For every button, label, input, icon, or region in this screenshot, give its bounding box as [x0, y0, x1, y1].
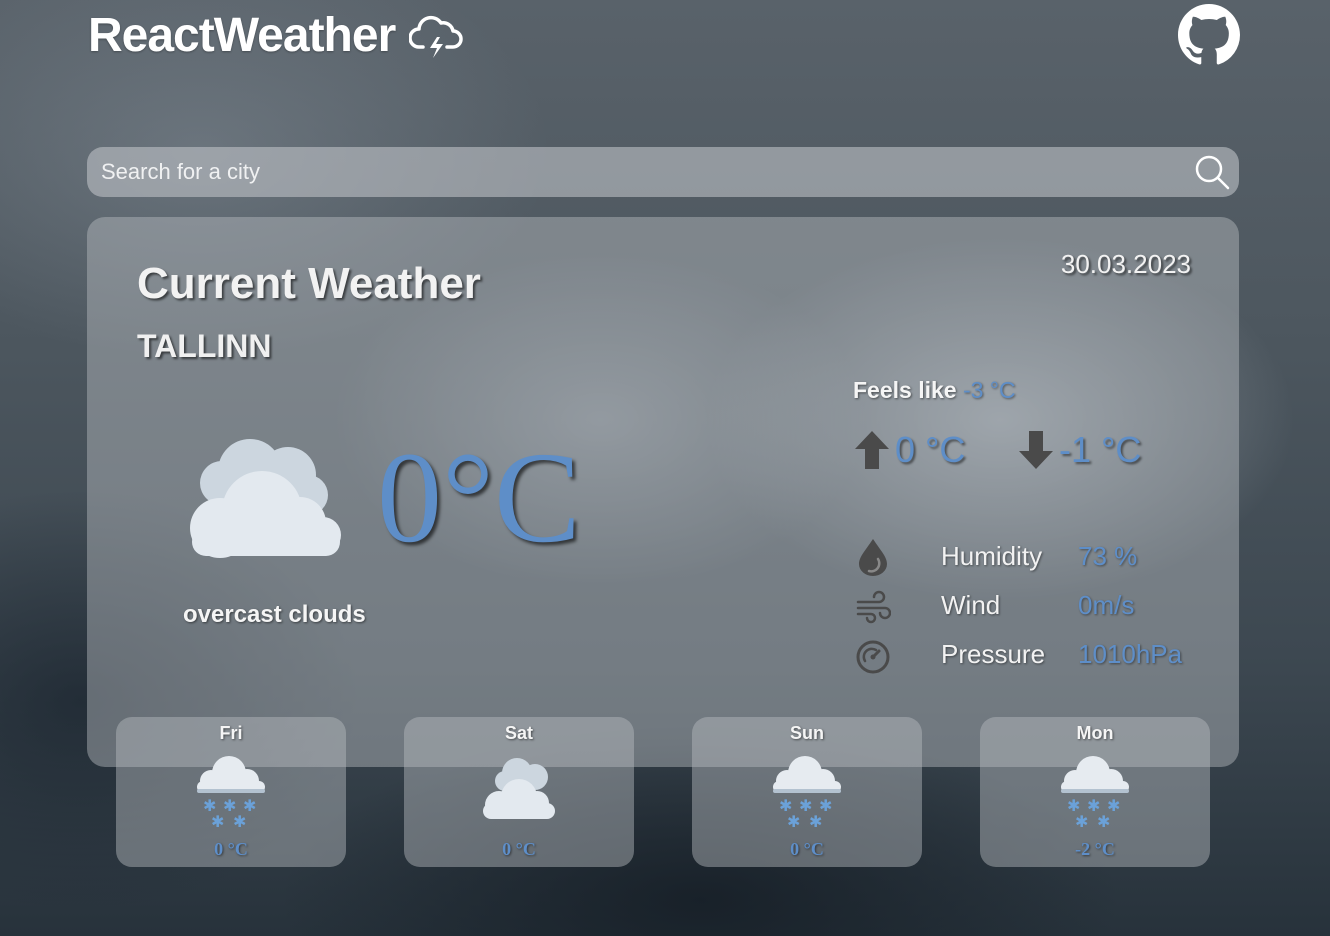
forecast-day-name: Sat: [504, 723, 533, 743]
svg-text:✱: ✱: [809, 812, 822, 831]
snow-icon: ✱ ✱ ✱ ✱ ✱: [773, 756, 841, 831]
overcast-clouds-icon: [190, 439, 341, 558]
svg-text:✱: ✱: [233, 812, 246, 831]
svg-text:✱: ✱: [211, 812, 224, 831]
cloud-lightning-icon: [409, 15, 463, 58]
search-bar: [87, 147, 1239, 197]
pressure-label: Pressure: [941, 639, 1046, 669]
wind-row: Wind 0m/s: [853, 584, 1213, 628]
humidity-row: Humidity 73 %: [853, 535, 1213, 579]
overcast-clouds-icon: [483, 758, 555, 819]
humidity-drop-icon: [859, 539, 887, 576]
wind-icon: [856, 590, 891, 624]
card-title: Current Weather: [137, 259, 481, 308]
forecast-day-name: Fri: [219, 723, 243, 743]
forecast-day-name: Mon: [1076, 723, 1114, 743]
forecast-temp: -2 °C: [1075, 839, 1115, 859]
temp-max: 0 °C: [853, 429, 965, 471]
current-date: 30.03.2023: [1060, 249, 1191, 279]
search-icon[interactable]: [1193, 153, 1231, 191]
github-icon[interactable]: [1178, 4, 1240, 66]
forecast-day-sat[interactable]: Sat 0 °C: [404, 717, 634, 867]
wind-label: Wind: [941, 590, 1001, 620]
wind-value: 0m/s: [1078, 590, 1135, 620]
app-title: ReactWeather: [88, 9, 396, 62]
forecast-temp: 0 °C: [502, 839, 536, 859]
snow-icon: ✱ ✱ ✱ ✱ ✱: [197, 756, 265, 831]
feels-like-label: Feels like: [853, 377, 957, 403]
svg-text:✱: ✱: [1097, 812, 1110, 831]
weather-description: overcast clouds: [183, 601, 366, 628]
current-weather-card: Current Weather 30.03.2023 TALLINN 0°C o…: [87, 217, 1239, 767]
forecast-temp: 0 °C: [790, 839, 824, 859]
search-input[interactable]: [87, 147, 1239, 197]
temp-max-value: 0 °C: [895, 429, 966, 470]
temp-min: -1 °C: [1017, 429, 1141, 471]
temp-min-value: -1 °C: [1059, 429, 1142, 470]
forecast-day-name: Sun: [790, 723, 824, 743]
forecast-temp: 0 °C: [214, 839, 248, 859]
humidity-label: Humidity: [941, 541, 1043, 571]
feels-like: Feels like -3 °C: [853, 377, 1016, 404]
arrow-up-icon: [855, 431, 889, 469]
pressure-value: 1010hPa: [1078, 639, 1183, 669]
city-name: TALLINN: [137, 328, 272, 364]
brand[interactable]: ReactWeather: [88, 8, 463, 63]
humidity-value: 73 %: [1078, 541, 1138, 571]
forecast-day-fri[interactable]: Fri ✱ ✱ ✱ ✱ ✱ 0 °C: [116, 717, 346, 867]
pressure-gauge-icon: [856, 640, 890, 674]
pressure-row: Pressure 1010hPa: [853, 633, 1213, 677]
snow-icon: ✱ ✱ ✱ ✱ ✱: [1061, 756, 1129, 831]
current-temperature: 0°C: [377, 426, 581, 570]
svg-text:✱: ✱: [1075, 812, 1088, 831]
arrow-down-icon: [1019, 431, 1053, 469]
feels-like-value: -3 °C: [962, 377, 1016, 403]
svg-text:✱: ✱: [787, 812, 800, 831]
forecast-day-sun[interactable]: Sun ✱ ✱ ✱ ✱ ✱ 0 °C: [692, 717, 922, 867]
forecast-day-mon[interactable]: Mon ✱ ✱ ✱ ✱ ✱ -2 °C: [980, 717, 1210, 867]
